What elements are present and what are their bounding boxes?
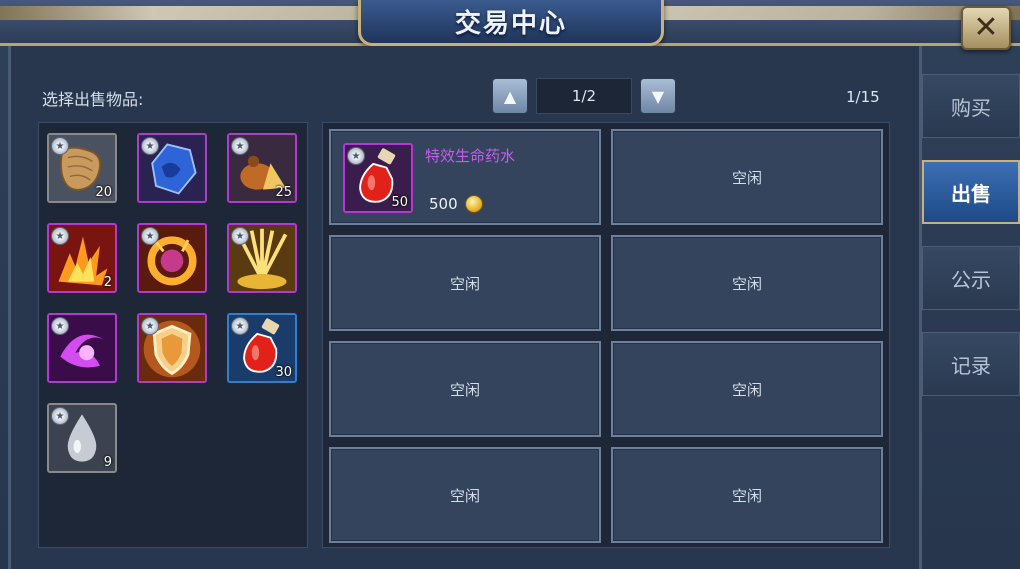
star-icon: ★ [141,317,159,335]
star-icon: ★ [141,227,159,245]
empty-slot-label: 空闲 [731,274,762,293]
tab-announce-label: 公示 [951,267,991,292]
stall-slot-listed[interactable]: ★ 50 特效生命药水 500 [329,129,601,225]
close-button[interactable]: ✕ [961,6,1011,50]
stall-slot-empty[interactable]: 空闲 [329,341,601,437]
star-icon: ★ [51,227,69,245]
star-icon: ★ [347,147,365,165]
listed-item-name: 特效生命药水 [425,147,516,165]
empty-slot-label: 空闲 [449,380,480,399]
star-icon: ★ [51,407,69,425]
star-icon: ★ [231,137,249,155]
stall-slot-empty[interactable]: 空闲 [329,447,601,543]
tab-buy[interactable]: 购买 [922,74,1020,138]
slot-quantity: 20 [95,185,112,200]
stall-slot-empty[interactable]: 空闲 [329,235,601,331]
stall-slot-empty[interactable]: 空闲 [611,235,883,331]
empty-slot-label: 空闲 [731,380,762,399]
tab-sell-label: 出售 [951,181,991,206]
empty-slot-label: 空闲 [449,486,480,505]
select-item-label: 选择出售物品: [42,90,144,109]
inventory-slot-flame-burst[interactable]: ★ 2 [47,223,117,293]
slot-quantity: 25 [275,185,292,200]
tab-records[interactable]: 记录 [922,332,1020,396]
page-indicator: 1/2 [536,78,632,114]
inventory-slot-golden-rays[interactable]: ★ [227,223,297,293]
close-icon: ✕ [973,10,999,45]
star-icon: ★ [141,137,159,155]
tab-buy-label: 购买 [951,95,991,120]
empty-slot-label: 空闲 [731,168,762,187]
empty-slot-label: 空闲 [731,486,762,505]
inventory-panel: ★ 20 ★ ★ 25 ★ 2 ★ ★ ★ ★ ★ 30 ★ 9 [38,122,308,548]
star-icon: ★ [51,317,69,335]
listed-item-price: 500 [429,195,458,213]
listed-item-quantity: 50 [391,195,408,210]
inventory-slot-blue-gem[interactable]: ★ [137,133,207,203]
empty-slot-label: 空闲 [449,274,480,293]
star-icon: ★ [51,137,69,155]
chevron-up-icon: ▲ [503,86,517,106]
stall-slot-empty[interactable]: 空闲 [611,447,883,543]
slot-count: 1/15 [846,88,880,106]
page-title: 交易中心 [454,9,567,39]
inventory-slot-water-drop[interactable]: ★ 9 [47,403,117,473]
slot-quantity: 9 [103,455,112,470]
page-down-button[interactable]: ▼ [640,78,676,114]
stall-panel: ★ 50 特效生命药水 500 空闲 空闲 空闲 空闲 空闲 空闲 空闲 [322,122,890,548]
side-tabs: 购买 出售 公示 记录 [922,74,1020,414]
inventory-slot-pouch[interactable]: ★ 25 [227,133,297,203]
star-icon: ★ [231,227,249,245]
tab-announce[interactable]: 公示 [922,246,1020,310]
slot-quantity: 30 [275,365,292,380]
chevron-down-icon: ▼ [651,86,665,106]
page-up-button[interactable]: ▲ [492,78,528,114]
title-plate: 交易中心 [358,0,664,46]
inventory-slot-purple-vortex[interactable]: ★ [47,313,117,383]
inventory-slot-red-potion[interactable]: ★ 30 [227,313,297,383]
tab-sell[interactable]: 出售 [922,160,1020,224]
star-icon: ★ [231,317,249,335]
stall-slot-empty[interactable]: 空闲 [611,129,883,225]
inventory-slot-fire-ring[interactable]: ★ [137,223,207,293]
inventory-slot-scroll[interactable]: ★ 20 [47,133,117,203]
listed-item-icon: ★ 50 [343,143,413,213]
stall-slot-empty[interactable]: 空闲 [611,341,883,437]
inventory-slot-shield[interactable]: ★ [137,313,207,383]
gold-coin-icon [465,195,483,213]
tab-records-label: 记录 [951,353,991,378]
slot-quantity: 2 [103,275,112,290]
